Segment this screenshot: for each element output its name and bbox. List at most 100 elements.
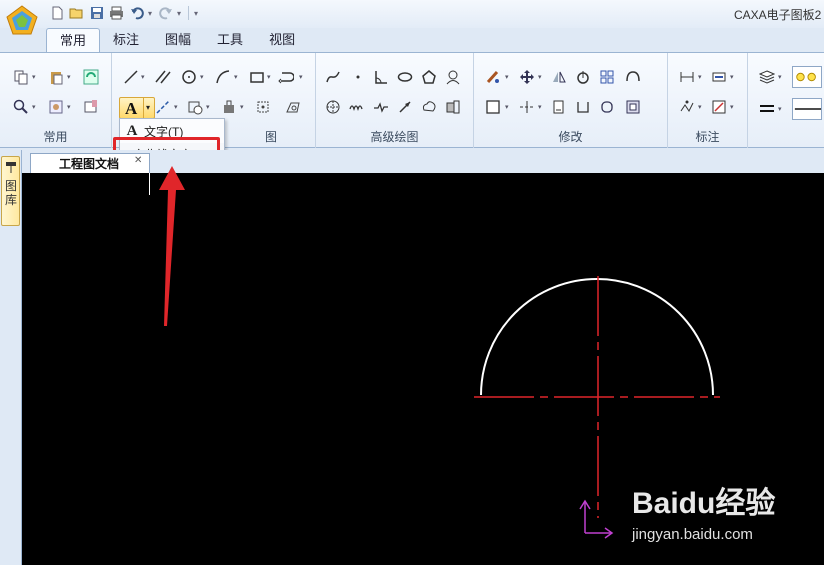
close-document-icon[interactable]: ✕	[134, 155, 142, 166]
centerline-dropdown-icon[interactable]: ▾	[174, 103, 178, 111]
stretch-icon[interactable]	[484, 98, 502, 116]
save-icon[interactable]	[88, 5, 105, 22]
layer-status-select[interactable]	[792, 66, 822, 88]
wave-line-icon[interactable]	[348, 98, 366, 116]
spline-icon[interactable]	[324, 68, 342, 86]
raster-image-icon[interactable]	[284, 98, 302, 116]
block-insert-icon[interactable]	[220, 98, 238, 116]
redo-icon[interactable]	[157, 5, 174, 22]
library-label: 图库	[4, 179, 17, 207]
centerline-icon[interactable]	[154, 98, 172, 116]
coordinate-dim-dropdown-icon[interactable]: ▾	[730, 73, 734, 81]
tab-tools[interactable]: 工具	[204, 28, 256, 52]
layer-icon[interactable]	[758, 68, 776, 86]
text-dropdown-icon[interactable]: ▾	[146, 103, 150, 112]
move-dropdown-icon[interactable]: ▾	[538, 73, 542, 81]
leader-icon[interactable]	[710, 98, 728, 116]
group-annotate: ▾ ▾ ▾ ▾ 标注	[668, 53, 748, 148]
pin-icon[interactable]	[4, 160, 18, 174]
ellipse-icon[interactable]	[396, 68, 414, 86]
hatch-dropdown-icon[interactable]: ▾	[206, 103, 210, 111]
circle-icon[interactable]	[180, 68, 198, 86]
cloud-line-icon[interactable]	[420, 98, 438, 116]
polygon-icon[interactable]	[420, 68, 438, 86]
mirror-icon[interactable]	[550, 68, 568, 86]
circle-dropdown-icon[interactable]: ▾	[200, 73, 204, 81]
line-dropdown-icon[interactable]: ▾	[141, 73, 145, 81]
line-type-select[interactable]	[792, 98, 822, 120]
zoom-icon[interactable]	[12, 98, 30, 116]
chamfer-icon[interactable]	[574, 98, 592, 116]
undo-dropdown-icon[interactable]: ▾	[148, 9, 154, 18]
copy-icon[interactable]	[12, 68, 30, 86]
match-properties-icon[interactable]	[82, 98, 100, 116]
bend-icon[interactable]	[624, 68, 642, 86]
title-bar: ▾ ▾ ▾ CAXA电子图板2	[0, 0, 824, 35]
array-icon[interactable]	[598, 68, 616, 86]
arc-icon[interactable]	[214, 68, 232, 86]
tab-annotate[interactable]: 标注	[100, 28, 152, 52]
caxa-logo-icon[interactable]	[4, 3, 40, 39]
polyline-icon[interactable]	[277, 68, 295, 86]
break-line-icon[interactable]	[372, 98, 390, 116]
refresh-icon[interactable]	[82, 68, 100, 86]
open-folder-icon[interactable]	[68, 5, 85, 22]
eraser-dropdown-icon[interactable]: ▾	[505, 73, 509, 81]
rotate-icon[interactable]	[574, 68, 592, 86]
zoom-dropdown-icon[interactable]: ▾	[32, 103, 36, 111]
solid-fill-icon[interactable]	[444, 98, 462, 116]
move-icon[interactable]	[518, 68, 536, 86]
dimension-icon[interactable]	[678, 68, 696, 86]
angle-line-icon[interactable]	[372, 68, 390, 86]
rectangle-icon[interactable]	[248, 68, 266, 86]
library-tab[interactable]: 图库	[1, 156, 20, 226]
tab-sheet[interactable]: 图幅	[152, 28, 204, 52]
print-icon[interactable]	[108, 5, 125, 22]
stretch-dropdown-icon[interactable]: ▾	[505, 103, 509, 111]
copy-dropdown-icon[interactable]: ▾	[32, 73, 36, 81]
coordinate-dim-icon[interactable]	[710, 68, 728, 86]
tolerance-dropdown-icon[interactable]: ▾	[698, 103, 702, 111]
leader-dropdown-icon[interactable]: ▾	[730, 103, 734, 111]
tolerance-icon[interactable]	[678, 98, 696, 116]
fillet-icon[interactable]	[598, 98, 616, 116]
point-icon[interactable]	[349, 68, 367, 86]
hatch-icon[interactable]	[186, 98, 204, 116]
properties-dropdown-icon[interactable]: ▾	[67, 103, 71, 111]
new-file-icon[interactable]	[48, 5, 65, 22]
paste-dropdown-icon[interactable]: ▾	[67, 73, 71, 81]
group-properties: ▾ ▾	[748, 53, 824, 148]
line-weight-dropdown-icon[interactable]: ▾	[778, 105, 782, 113]
watermark-logo: Baidu经验	[632, 487, 776, 520]
block-dropdown-icon[interactable]: ▾	[240, 103, 244, 111]
layer-dropdown-icon[interactable]: ▾	[778, 73, 782, 81]
tab-view[interactable]: 视图	[256, 28, 308, 52]
arc-dropdown-icon[interactable]: ▾	[234, 73, 238, 81]
undo-icon[interactable]	[128, 5, 145, 22]
polyline-dropdown-icon[interactable]: ▾	[299, 73, 303, 81]
trim-dropdown-icon[interactable]: ▾	[538, 103, 542, 111]
grid-snap-icon[interactable]	[254, 98, 272, 116]
arrow-icon[interactable]	[396, 98, 414, 116]
extend-icon[interactable]	[550, 98, 568, 116]
parallel-line-icon[interactable]	[154, 68, 172, 86]
text-split-button[interactable]: A ▾	[119, 97, 155, 119]
profile-icon[interactable]	[444, 68, 462, 86]
tab-common[interactable]: 常用	[46, 28, 101, 52]
line-icon[interactable]	[122, 68, 140, 86]
line-weight-icon[interactable]	[758, 100, 776, 118]
document-tab[interactable]: 工程图文档	[30, 153, 150, 173]
customize-qa-icon[interactable]: ▾	[194, 9, 200, 18]
group-label-modify: 修改	[558, 130, 583, 144]
spiral-icon[interactable]	[324, 98, 342, 116]
paste-icon[interactable]	[47, 68, 65, 86]
rectangle-dropdown-icon[interactable]: ▾	[267, 73, 271, 81]
redo-dropdown-icon[interactable]: ▾	[177, 9, 183, 18]
dimension-dropdown-icon[interactable]: ▾	[698, 73, 702, 81]
properties-icon[interactable]	[47, 98, 65, 116]
scale-icon[interactable]	[624, 98, 642, 116]
app-title: CAXA电子图板2	[734, 8, 822, 22]
trim-icon[interactable]	[518, 98, 536, 116]
eraser-icon[interactable]	[484, 68, 502, 86]
text-a-icon: A	[125, 99, 138, 118]
